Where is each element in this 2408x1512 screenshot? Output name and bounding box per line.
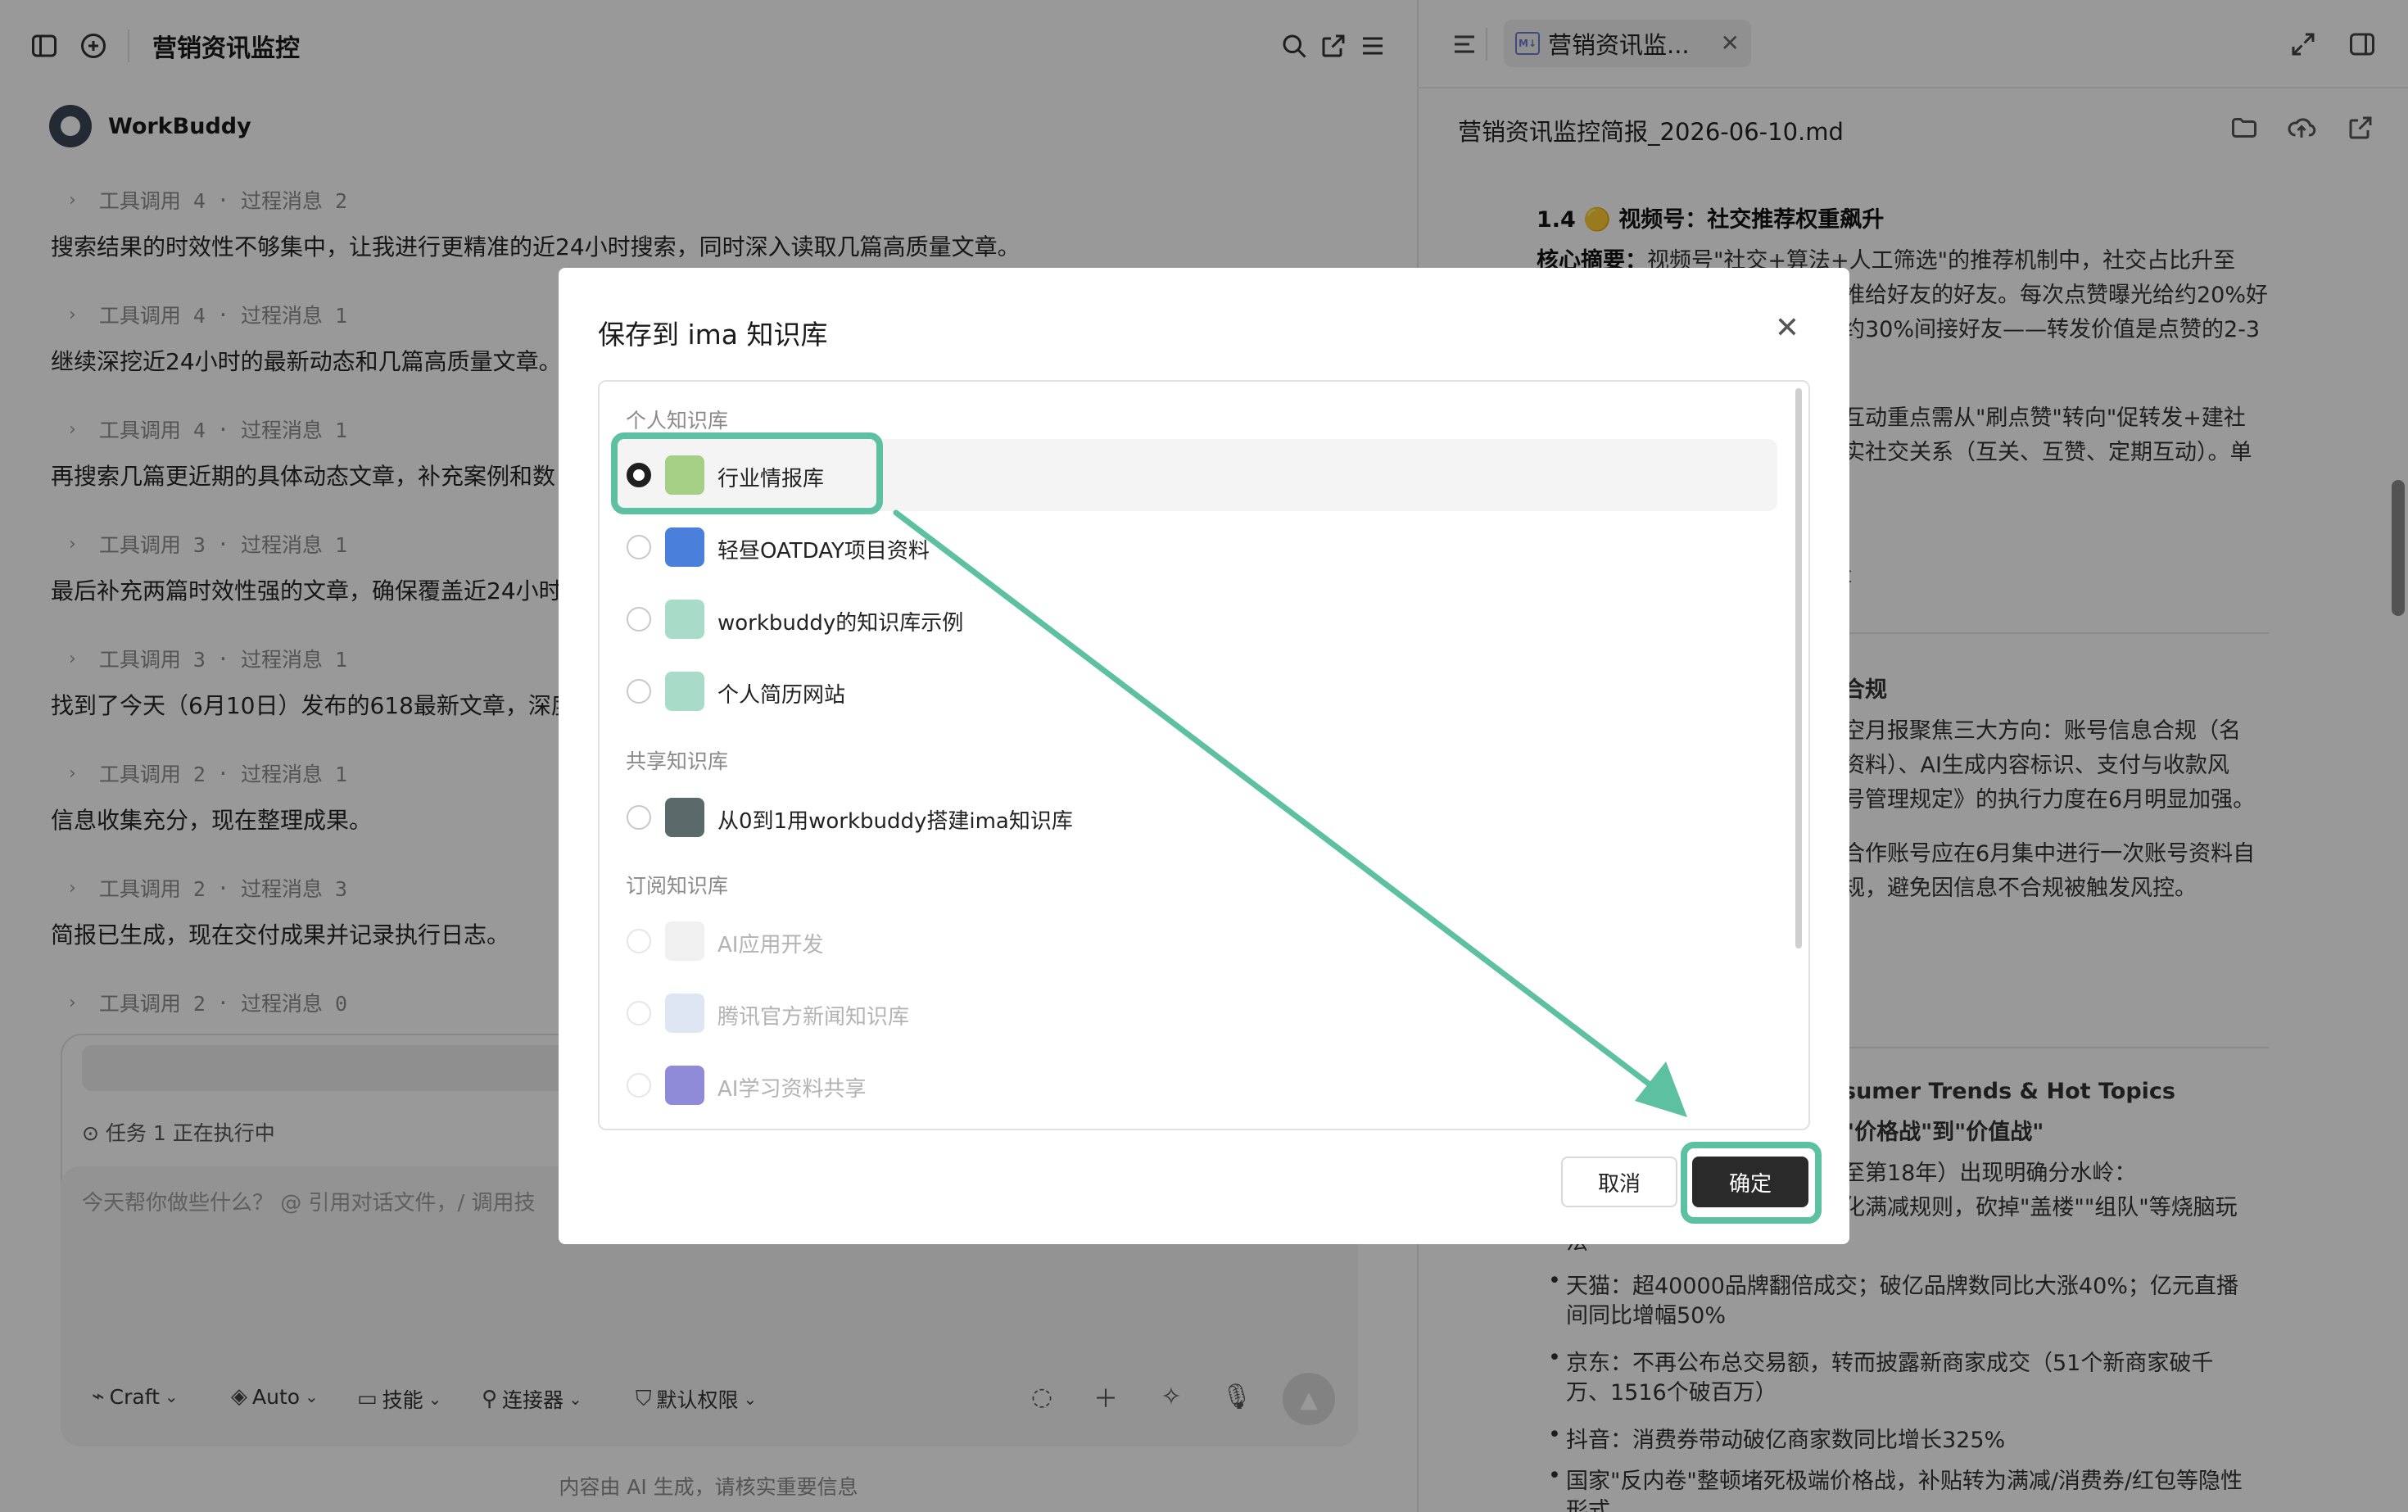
radio[interactable] — [627, 679, 651, 704]
news-icon — [665, 994, 704, 1033]
kb-item[interactable]: 从0到1用workbuddy搭建ima知识库 — [717, 804, 1073, 835]
gradient-icon — [665, 1066, 704, 1105]
kb-item-disabled: AI应用开发 — [717, 933, 824, 957]
radio[interactable] — [627, 535, 651, 559]
radio-disabled — [627, 1001, 651, 1025]
section-personal: 个人知识库 — [626, 409, 729, 432]
radio-disabled — [627, 1073, 651, 1098]
doc-icon — [665, 921, 704, 961]
dialog-title: 保存到 ima 知识库 — [598, 319, 828, 351]
scrollbar[interactable] — [1795, 388, 1802, 948]
radio[interactable] — [627, 805, 651, 830]
kb-item[interactable]: 轻昼OATDAY项目资料 — [717, 534, 930, 564]
radio[interactable] — [627, 607, 651, 632]
highlight-confirm — [1681, 1142, 1822, 1224]
kb-item[interactable]: workbuddy的知识库示例 — [717, 606, 963, 636]
radio-disabled — [627, 929, 651, 953]
section-shared: 共享知识库 — [626, 749, 729, 773]
kb-item-disabled: AI学习资料共享 — [717, 1077, 867, 1102]
kb-item-disabled: 腾讯官方新闻知识库 — [717, 1005, 910, 1030]
section-subscribed: 订阅知识库 — [626, 874, 729, 898]
folder-icon — [665, 600, 704, 639]
kb-item[interactable]: 个人简历网站 — [717, 678, 845, 708]
calendar-icon — [665, 527, 704, 567]
close-icon[interactable]: ✕ — [1771, 311, 1804, 345]
panda-avatar-icon — [665, 798, 704, 837]
folder-icon — [665, 672, 704, 711]
highlight-selection — [611, 432, 883, 514]
cancel-button[interactable]: 取消 — [1561, 1157, 1677, 1207]
